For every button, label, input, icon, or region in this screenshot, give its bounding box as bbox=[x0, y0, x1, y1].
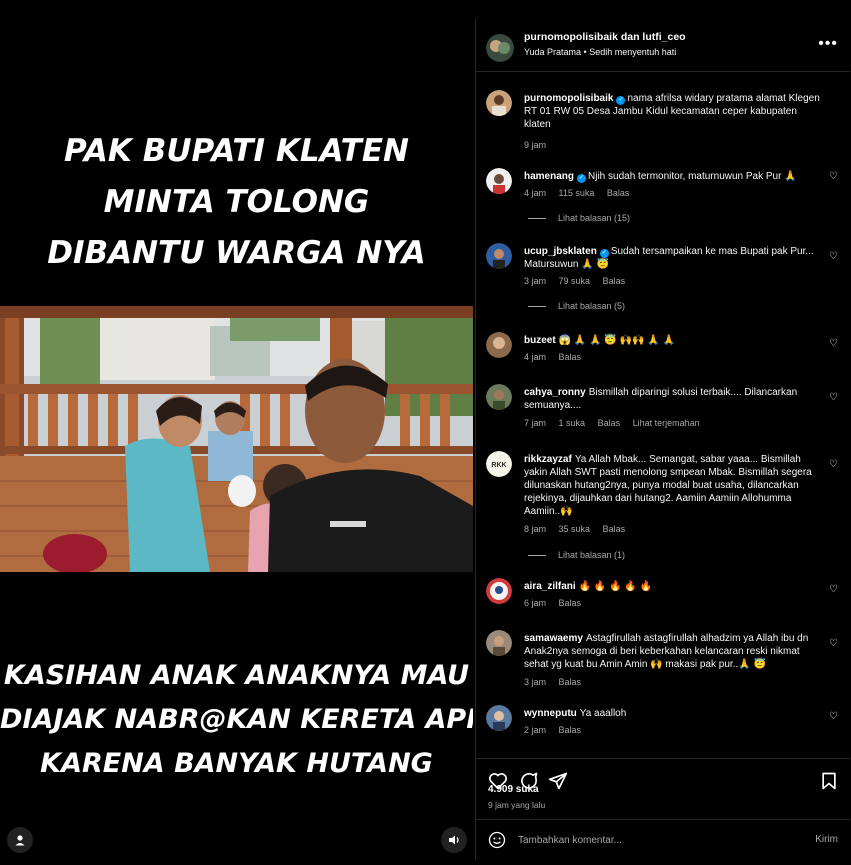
shirt-print bbox=[330, 521, 366, 527]
svg-text:RKK: RKK bbox=[491, 462, 506, 469]
heart-icon[interactable]: ♡ bbox=[829, 251, 838, 262]
comment-time: 7 jam bbox=[524, 418, 547, 428]
avatar[interactable]: RKK bbox=[486, 451, 512, 477]
heart-icon[interactable]: ♡ bbox=[829, 392, 838, 403]
view-replies-button[interactable]: Lihat balasan (5) bbox=[528, 301, 625, 311]
comment-meta: 3 jam Balas bbox=[524, 677, 591, 687]
post-media[interactable]: PAK BUPATI KLATEN MINTA TOLONG DIBANTU W… bbox=[0, 0, 473, 865]
comment-username[interactable]: aira_zilfani bbox=[524, 581, 576, 592]
caption-line: KARENA BANYAK HUTANG bbox=[40, 748, 433, 779]
heart-icon[interactable]: ♡ bbox=[829, 638, 838, 649]
comment-username[interactable]: samawaemy bbox=[524, 633, 583, 644]
post-comment-button[interactable]: Kirim bbox=[815, 834, 838, 845]
reply-button[interactable]: Balas bbox=[559, 598, 582, 608]
reply-button[interactable]: Balas bbox=[607, 188, 630, 198]
audio-attribution[interactable]: Yuda Pratama • Sedih menyentuh hati bbox=[524, 47, 676, 57]
comment-likes[interactable]: 1 suka bbox=[559, 418, 586, 428]
comment-text: Njih sudah termonitor, maturnuwun Pak Pu… bbox=[588, 171, 797, 182]
like-count[interactable]: 4.909 suka bbox=[488, 784, 539, 795]
comment-text: 🔥 🔥 🔥 🔥 🔥 bbox=[578, 581, 653, 592]
heart-icon[interactable]: ♡ bbox=[829, 338, 838, 349]
avatar[interactable] bbox=[486, 630, 512, 656]
video-still bbox=[0, 306, 473, 572]
reply-button[interactable]: Balas bbox=[559, 725, 582, 735]
comment-username[interactable]: ucup_jbsklaten bbox=[524, 246, 597, 257]
comment-meta: 8 jam 35 suka Balas bbox=[524, 524, 635, 534]
comment-time: 9 jam bbox=[524, 140, 547, 150]
comment-username[interactable]: rikkzayzaf bbox=[524, 454, 572, 465]
avatar[interactable] bbox=[486, 34, 514, 62]
avatar[interactable] bbox=[486, 578, 512, 604]
comment-meta: 4 jam 115 suka Balas bbox=[524, 188, 639, 198]
video-frame[interactable] bbox=[0, 306, 473, 572]
caption-line: DIAJAK NABR@KAN KERETA API, bbox=[0, 704, 473, 735]
avatar[interactable] bbox=[486, 332, 512, 358]
view-replies-button[interactable]: Lihat balasan (15) bbox=[528, 213, 630, 223]
post-header: purnomopolisibaik dan lutfi_ceo Yuda Pra… bbox=[476, 18, 850, 72]
avatar[interactable] bbox=[486, 168, 512, 194]
comment-username[interactable]: hamenang bbox=[524, 171, 574, 182]
comment-meta: 9 jam bbox=[524, 140, 556, 150]
heart-icon[interactable]: ♡ bbox=[829, 171, 838, 182]
view-replies-button[interactable]: Lihat balasan (1) bbox=[528, 550, 625, 560]
avatar[interactable] bbox=[486, 384, 512, 410]
comment-meta: 4 jam Balas bbox=[524, 352, 591, 362]
reply-button[interactable]: Balas bbox=[559, 352, 582, 362]
caption-line: PAK BUPATI KLATEN bbox=[64, 133, 409, 169]
comment-likes[interactable]: 79 suka bbox=[559, 276, 591, 286]
comment-username[interactable]: buzeet bbox=[524, 335, 556, 346]
bookmark-icon[interactable] bbox=[819, 771, 839, 791]
comment-time: 3 jam bbox=[524, 677, 547, 687]
overlay-caption-bottom: KASIHAN ANAK ANAKNYA MAU DIAJAK NABR@KAN… bbox=[0, 654, 473, 786]
comment-text: 😱 🙏 🙏 😇 🙌🙌 🙏 🙏 bbox=[558, 335, 675, 346]
comment-time: 3 jam bbox=[524, 276, 547, 286]
avatar[interactable] bbox=[486, 243, 512, 269]
caption-line: DIBANTU WARGA NYA bbox=[47, 235, 426, 271]
avatar[interactable] bbox=[486, 705, 512, 731]
comment-input[interactable] bbox=[518, 829, 788, 851]
reply-button[interactable]: Balas bbox=[559, 677, 582, 687]
heart-icon[interactable]: ♡ bbox=[829, 459, 838, 470]
comment-username[interactable]: purnomopolisibaik bbox=[524, 93, 613, 104]
comment-time: 4 jam bbox=[524, 352, 547, 362]
overlay-caption-top: PAK BUPATI KLATEN MINTA TOLONG DIBANTU W… bbox=[0, 126, 473, 279]
reply-button[interactable]: Balas bbox=[603, 524, 626, 534]
verified-badge-icon: ✓ bbox=[577, 174, 587, 183]
comment-time: 6 jam bbox=[524, 598, 547, 608]
caption-line: MINTA TOLONG bbox=[103, 184, 370, 220]
user-tag-icon[interactable] bbox=[7, 827, 33, 853]
verified-badge-icon: ✓ bbox=[616, 96, 626, 105]
comment-likes[interactable]: 115 suka bbox=[559, 188, 595, 198]
comment-time: 2 jam bbox=[524, 725, 547, 735]
comment-meta: 6 jam Balas bbox=[524, 598, 591, 608]
comment-username[interactable]: cahya_ronny bbox=[524, 387, 586, 398]
heart-icon[interactable]: ♡ bbox=[829, 711, 838, 722]
comment-time: 4 jam bbox=[524, 188, 547, 198]
heart-icon[interactable]: ♡ bbox=[829, 584, 838, 595]
speaker-icon[interactable] bbox=[441, 827, 467, 853]
comments-list[interactable]: purnomopolisibaik ✓ nama afrilsa widary pr… bbox=[476, 73, 850, 758]
post-time: 9 jam yang lalu bbox=[488, 800, 546, 810]
verified-badge-icon: ✓ bbox=[599, 249, 609, 258]
comment-text: Ya aaalloh bbox=[579, 708, 627, 719]
comment-meta: 2 jam Balas bbox=[524, 725, 591, 735]
comment-likes[interactable]: 35 suka bbox=[559, 524, 591, 534]
reply-button[interactable]: Balas bbox=[598, 418, 621, 428]
send-icon[interactable] bbox=[548, 771, 568, 791]
comment-composer: Kirim bbox=[476, 819, 850, 860]
comment-username[interactable]: wynneputu bbox=[524, 708, 577, 719]
avatar[interactable] bbox=[486, 90, 512, 116]
more-horizontal-icon[interactable]: ••• bbox=[818, 35, 838, 53]
comment-time: 8 jam bbox=[524, 524, 547, 534]
caption-line: KASIHAN ANAK ANAKNYA MAU bbox=[3, 660, 470, 691]
post-details-panel: purnomopolisibaik dan lutfi_ceo Yuda Pra… bbox=[475, 18, 850, 860]
reply-button[interactable]: Balas bbox=[603, 276, 626, 286]
comment-meta: 7 jam 1 suka Balas Lihat terjemahan bbox=[524, 418, 710, 428]
post-authors[interactable]: purnomopolisibaik dan lutfi_ceo bbox=[524, 31, 686, 43]
emoji-icon[interactable] bbox=[488, 831, 506, 849]
comment-meta: 3 jam 79 suka Balas bbox=[524, 276, 635, 286]
translate-button[interactable]: Lihat terjemahan bbox=[633, 418, 700, 428]
